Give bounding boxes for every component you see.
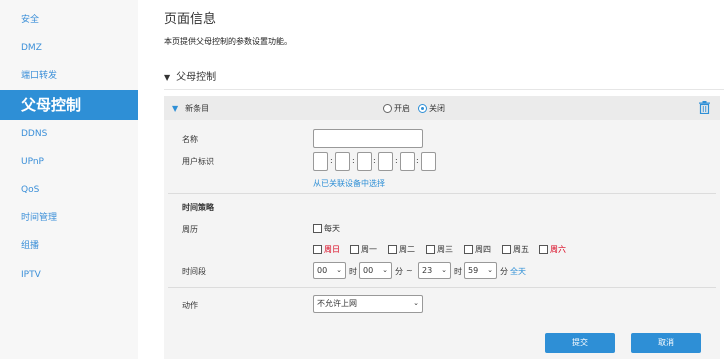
end-hour-select[interactable]: 23 ⌄	[418, 262, 451, 279]
entry-title-label: 新条目	[185, 104, 210, 113]
user-id-label: 用户标识	[182, 157, 214, 166]
day-thursday[interactable]: 周四	[464, 244, 491, 255]
chevron-down-icon: ⌄	[336, 266, 342, 274]
rule-entry: ▼ 新条目 开启 关闭	[164, 96, 720, 359]
start-hour-value: 00	[317, 266, 328, 275]
range-separator: ~	[406, 266, 413, 275]
sidebar-item-multicast[interactable]: 组播	[0, 232, 138, 260]
day-checkbox[interactable]	[502, 245, 511, 254]
sidebar-item-ddns[interactable]: DDNS	[0, 120, 138, 148]
mac-separator: :	[373, 156, 376, 165]
enable-radio-group: 开启 关闭	[383, 103, 453, 114]
trash-icon[interactable]	[699, 101, 710, 114]
day-friday[interactable]: 周五	[502, 244, 529, 255]
end-min-value: 59	[468, 266, 479, 275]
period-label: 周历	[182, 225, 198, 234]
day-saturday[interactable]: 周六	[539, 244, 566, 255]
everyday-label: 每天	[324, 224, 340, 233]
day-label: 周五	[513, 245, 529, 254]
radio-disable[interactable]	[418, 104, 427, 113]
action-select[interactable]: 不允许上网 ⌄	[313, 295, 423, 313]
mac-octet-4[interactable]	[378, 152, 393, 171]
day-tuesday[interactable]: 周二	[388, 244, 415, 255]
end-min-select[interactable]: 59 ⌄	[464, 262, 497, 279]
day-checkbox[interactable]	[350, 245, 359, 254]
day-label: 周四	[475, 245, 491, 254]
sidebar-item-iptv[interactable]: IPTV	[0, 261, 138, 289]
chevron-down-icon: ⌄	[413, 299, 419, 307]
submit-button[interactable]: 提交	[545, 333, 615, 353]
mac-octet-2[interactable]	[335, 152, 350, 171]
day-label: 周三	[437, 245, 453, 254]
hour-unit: 时	[349, 267, 357, 276]
day-label: 周日	[324, 245, 340, 254]
everyday-option[interactable]: 每天	[313, 223, 340, 234]
mac-separator: :	[352, 156, 355, 165]
sidebar-item-upnp[interactable]: UPnP	[0, 148, 138, 176]
day-label: 周六	[550, 245, 566, 254]
end-hour-value: 23	[422, 266, 433, 275]
chevron-down-icon: ⌄	[441, 266, 447, 274]
sidebar: 安全 DMZ 端口转发 父母控制 DDNS UPnP QoS 时间管理 组播 I…	[0, 0, 138, 359]
start-min-select[interactable]: 00 ⌄	[359, 262, 392, 279]
day-checkbox[interactable]	[388, 245, 397, 254]
action-value: 不允许上网	[317, 299, 357, 308]
sidebar-item-time-management[interactable]: 时间管理	[0, 204, 138, 232]
sidebar-item-security[interactable]: 安全	[0, 6, 138, 34]
radio-disable-label: 关闭	[429, 104, 445, 113]
everyday-checkbox[interactable]	[313, 224, 322, 233]
time-policy-label: 时间策略	[182, 203, 214, 212]
chevron-down-icon: ⌄	[487, 266, 493, 274]
mac-separator: :	[416, 156, 419, 165]
action-label: 动作	[182, 301, 198, 310]
mac-octet-1[interactable]	[313, 152, 328, 171]
day-checkbox[interactable]	[464, 245, 473, 254]
mac-octet-5[interactable]	[400, 152, 415, 171]
radio-enable-label: 开启	[394, 104, 410, 113]
min-unit: 分	[500, 267, 508, 276]
day-label: 周一	[361, 245, 377, 254]
name-input[interactable]	[313, 129, 423, 148]
divider	[164, 89, 724, 90]
page-title: 页面信息	[164, 12, 217, 27]
select-from-associated-devices-link[interactable]: 从已关联设备中选择	[313, 178, 385, 189]
day-checkbox[interactable]	[313, 245, 322, 254]
collapse-triangle-icon: ▼	[164, 73, 171, 82]
day-monday[interactable]: 周一	[350, 244, 377, 255]
mac-separator: :	[395, 156, 398, 165]
day-label: 周二	[399, 245, 415, 254]
divider	[168, 287, 716, 288]
divider	[168, 193, 716, 194]
day-checkbox[interactable]	[426, 245, 435, 254]
sidebar-item-port-forwarding[interactable]: 端口转发	[0, 62, 138, 90]
chevron-down-icon: ⌄	[382, 266, 388, 274]
cancel-button[interactable]: 取消	[631, 333, 701, 353]
timespan-label: 时间段	[182, 267, 206, 276]
day-sunday[interactable]: 周日	[313, 244, 340, 255]
section-title: 父母控制	[176, 72, 217, 83]
mac-octet-3[interactable]	[357, 152, 372, 171]
main-content: 页面信息 本页提供父母控制的参数设置功能。 ▼ 父母控制 ▼ 新条目 开启 关闭	[164, 0, 724, 359]
page-description: 本页提供父母控制的参数设置功能。	[164, 37, 292, 46]
day-wednesday[interactable]: 周三	[426, 244, 453, 255]
day-checkbox[interactable]	[539, 245, 548, 254]
start-hour-select[interactable]: 00 ⌄	[313, 262, 346, 279]
sidebar-item-dmz[interactable]: DMZ	[0, 34, 138, 62]
allday-link[interactable]: 全天	[510, 266, 526, 277]
hour-unit: 时	[454, 267, 462, 276]
sidebar-item-parental-control[interactable]: 父母控制	[0, 90, 138, 120]
sidebar-item-qos[interactable]: QoS	[0, 176, 138, 204]
start-min-value: 00	[363, 266, 374, 275]
mac-separator: :	[330, 156, 333, 165]
expand-triangle-icon: ▼	[172, 104, 179, 113]
entry-title[interactable]: ▼ 新条目	[172, 103, 209, 114]
name-label: 名称	[182, 135, 198, 144]
min-unit: 分	[395, 267, 403, 276]
entry-header: ▼ 新条目 开启 关闭	[164, 96, 720, 120]
section-header[interactable]: ▼ 父母控制	[164, 68, 216, 83]
radio-enable[interactable]	[383, 104, 392, 113]
mac-octet-6[interactable]	[421, 152, 436, 171]
